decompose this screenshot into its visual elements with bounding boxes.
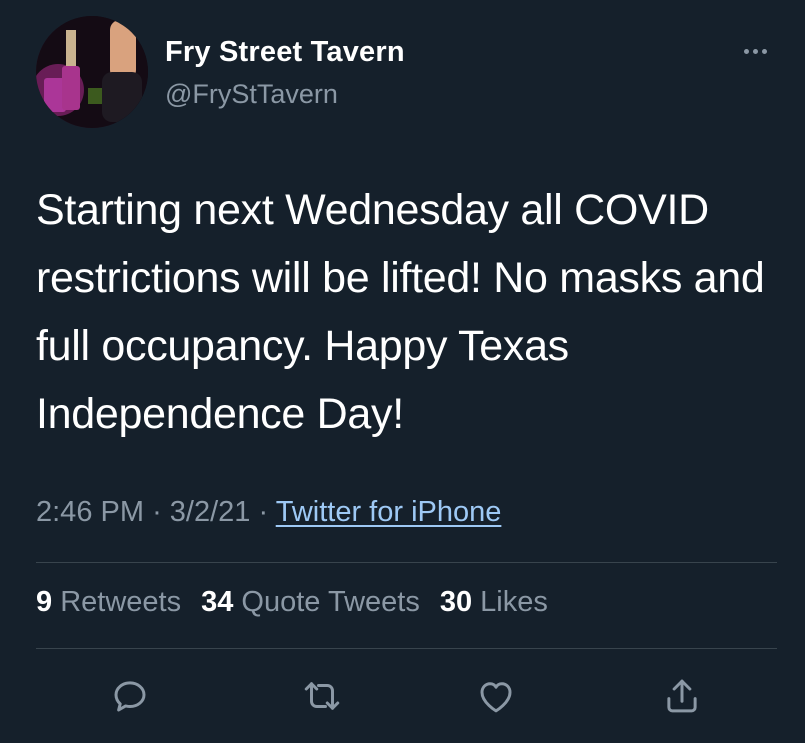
retweet-button[interactable] [298,672,346,720]
tweet-time[interactable]: 2:46 PM [36,496,144,528]
tweet-meta: 2:46 PM · 3/2/21 · Twitter for iPhone [36,496,501,529]
likes-count: 30 [439,586,473,618]
retweets-count: 9 [36,586,53,618]
reply-icon [114,681,146,712]
retweets-stat[interactable]: 9 Retweets [36,586,181,618]
more-options-button[interactable] [733,36,777,66]
tweet-stats: 9 Retweets 34 Quote Tweets 30 Likes [36,586,548,619]
like-icon [480,682,512,713]
tweet-source-link[interactable]: Twitter for iPhone [276,496,502,528]
avatar[interactable] [36,16,148,128]
likes-label: Likes [480,586,548,618]
tweet-date[interactable]: 3/2/21 [170,496,251,528]
more-dot-icon [761,48,767,54]
more-dot-icon [743,48,749,54]
meta-separator: · [258,496,269,528]
action-bar [0,668,805,728]
meta-separator: · [152,496,162,528]
avatar-photo-icon [36,16,148,128]
quotes-stat[interactable]: 34 Quote Tweets [201,586,420,618]
share-button[interactable] [658,672,706,720]
quotes-count: 34 [201,586,234,618]
likes-stat[interactable]: 30 Likes [440,586,548,618]
tweet-text: Starting next Wednesday all COVID restri… [36,186,765,438]
divider [36,648,777,649]
author-name[interactable]: Fry Street Tavern [165,36,405,69]
author-handle[interactable]: @FryStTavern [165,79,338,110]
like-button[interactable] [472,672,520,720]
more-dot-icon [752,48,758,54]
retweets-label: Retweets [60,586,182,618]
retweet-icon [304,682,340,710]
quotes-label: Quote Tweets [241,586,420,618]
divider [36,562,777,563]
share-icon [667,679,697,713]
reply-button[interactable] [106,672,154,720]
